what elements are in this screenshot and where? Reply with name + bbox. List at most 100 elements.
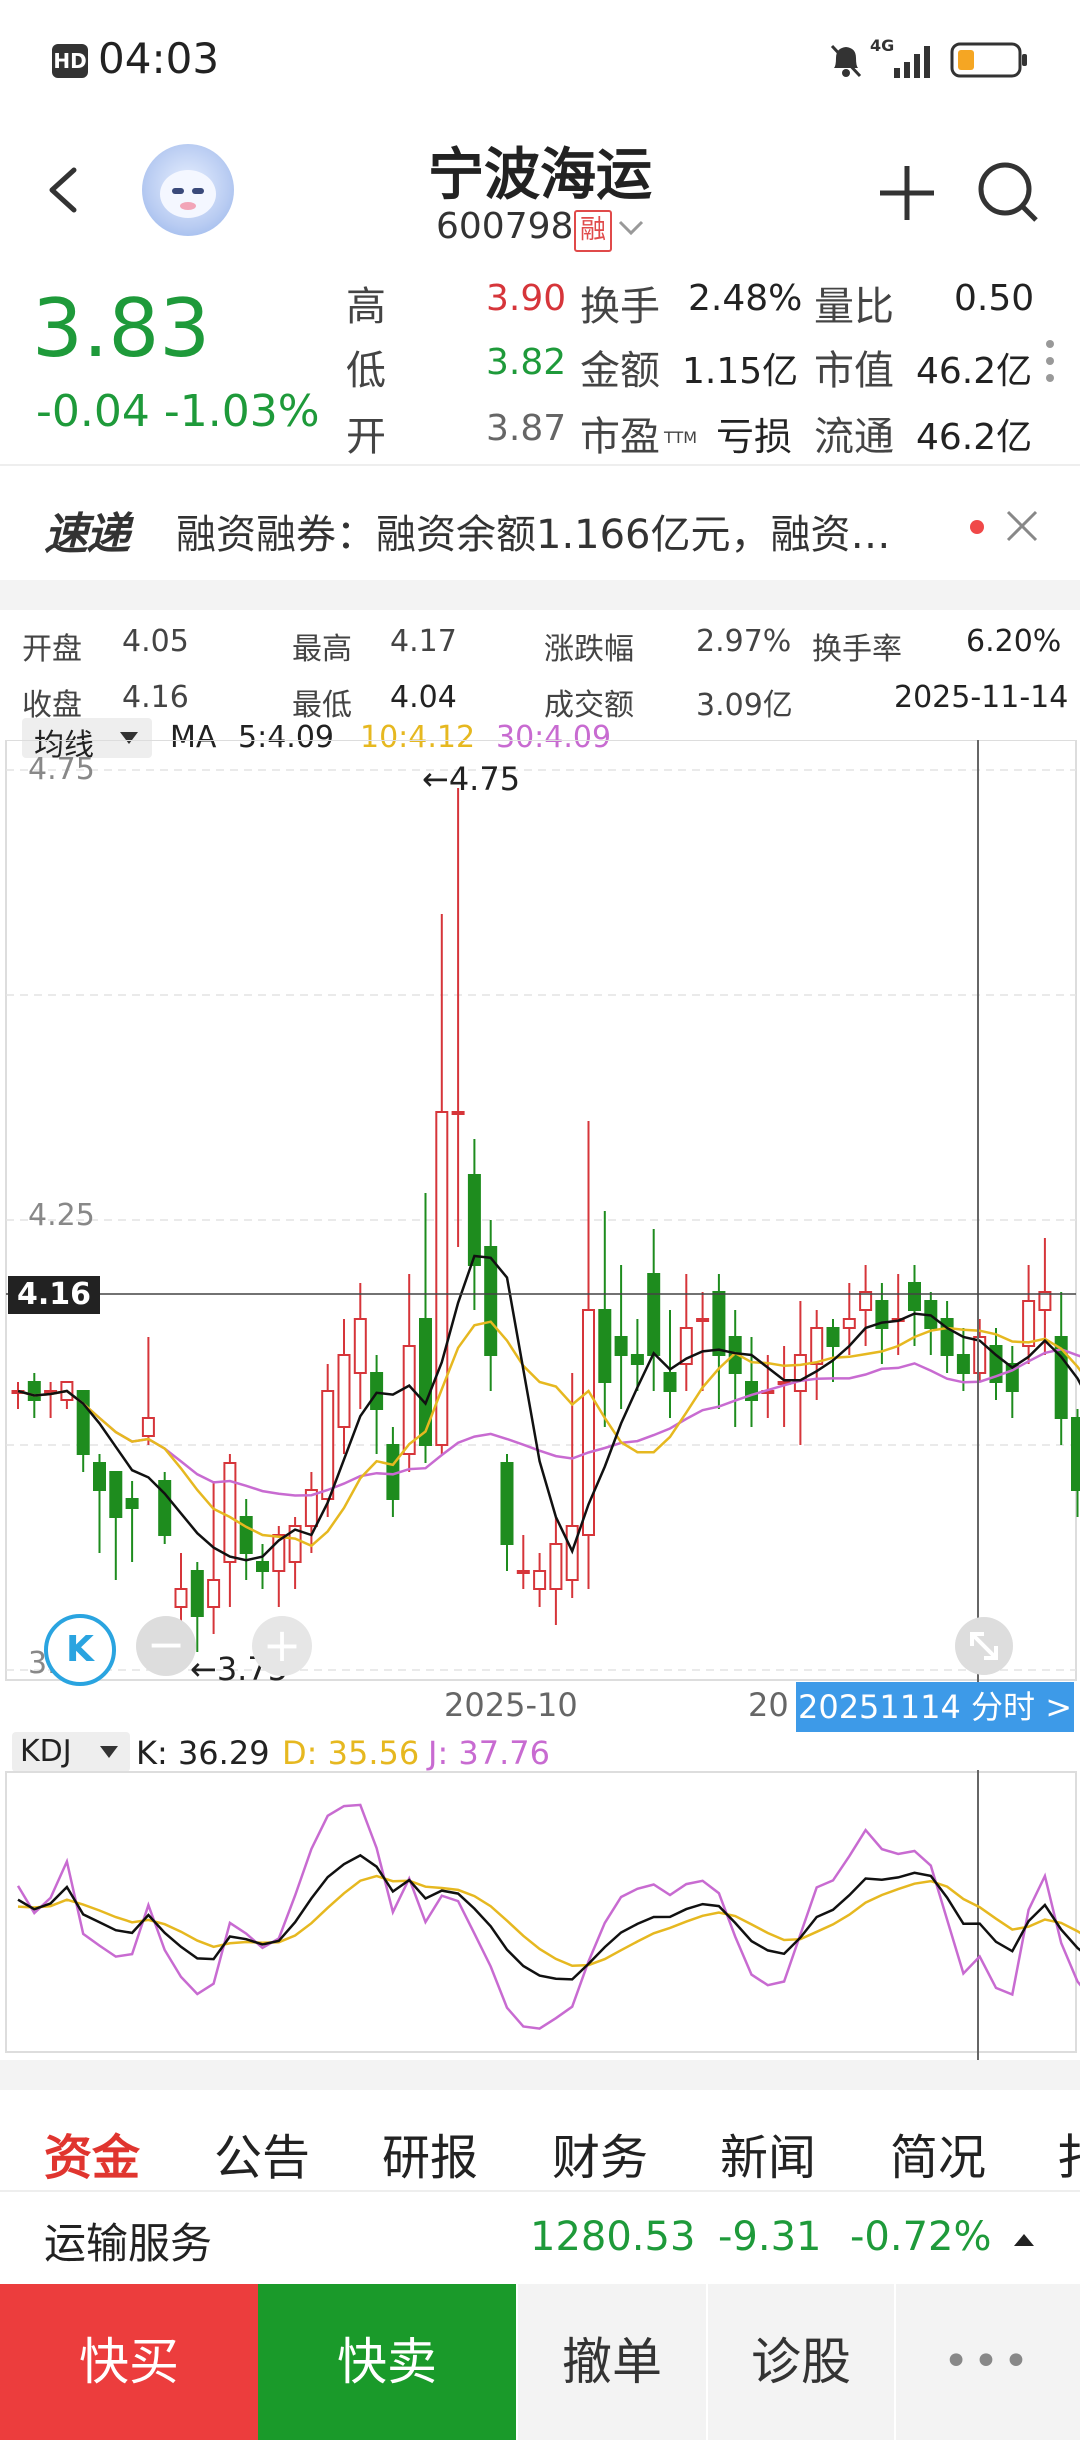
candle-body [435,1111,449,1446]
add-watchlist-icon[interactable] [872,158,942,228]
last-price: 3.83 [32,282,211,375]
info-turnover-label: 换手率 [812,632,902,667]
market-cap-label: 市值 [814,348,894,394]
tab-announcements[interactable]: 公告 [214,2118,310,2188]
candle-body [207,1579,221,1608]
more-vertical-icon[interactable] [1044,336,1056,386]
candle-body [419,1318,432,1446]
quick-buy-button[interactable]: 快买 [0,2284,258,2440]
margin-badge: 融 [574,210,612,252]
kdj-k-line [17,1853,1080,1981]
candle-body [141,1417,155,1437]
chart-frame [5,740,1077,1681]
pe-label: 市盈 [580,414,660,460]
unread-dot [970,520,984,534]
info-low-label: 最低 [292,688,352,723]
candle-body [321,1390,335,1500]
market-cap-value: 46.2亿 [916,351,1033,392]
pe-value: 亏损 [716,415,793,459]
low-value: 3.82 [486,342,567,383]
candle-body [1022,1300,1036,1347]
info-tabs: 资金 公告 研报 财务 新闻 简况 扌 [0,2090,1080,2190]
change-value: -0.04 [36,386,150,437]
kdj-frame [5,1771,1077,2053]
low-label: 低 [346,348,386,394]
kdj-k-value: K: 36.29 [136,1734,270,1772]
tab-funds[interactable]: 资金 [44,2118,140,2188]
sector-name: 运输服务 [44,2219,213,2268]
ma10-line [17,1320,1080,1548]
sector-row[interactable]: 运输服务 1280.53 -9.31 -0.72% [0,2192,1080,2284]
high-label: 高 [346,284,386,330]
candle-body [842,1318,856,1329]
zoom-in-icon[interactable]: + [252,1616,312,1676]
candle-body [223,1462,237,1563]
info-close-value: 4.16 [122,680,189,715]
kdj-d-value: D: 35.56 [282,1734,420,1772]
candle-body [516,1570,530,1574]
candle-body [598,1309,612,1383]
k-line-switch-icon[interactable]: K [44,1614,116,1686]
turnover-value: 2.48% [688,278,803,319]
info-low-value: 4.04 [390,680,457,715]
chevron-down-icon[interactable] [616,216,646,240]
info-amount-value: 3.09亿 [696,688,793,723]
float-cap-label: 流通 [814,414,894,460]
candle-body [109,1471,123,1518]
candle-body [93,1462,106,1491]
signal-icon [894,46,930,78]
tab-research[interactable]: 研报 [382,2118,478,2188]
quick-sell-button[interactable]: 快卖 [258,2284,516,2440]
divider [0,464,1080,466]
search-icon[interactable] [972,156,1044,228]
candle-body [810,1327,824,1365]
amount-label: 金额 [580,348,660,394]
candle-body [125,1498,139,1509]
kdj-chart[interactable] [0,1770,1080,2060]
tab-more-partial[interactable]: 扌 [1056,2118,1080,2188]
info-turnover-value: 6.20% [966,624,1062,659]
section-gap [0,2060,1080,2090]
cancel-order-button[interactable]: 撤单 [518,2284,706,2440]
more-actions-button[interactable]: ••• [896,2284,1080,2440]
close-icon[interactable] [1002,506,1042,546]
kdj-j-line [16,1803,1080,2030]
candle-body [696,1318,710,1322]
kdj-selector-label: KDJ [20,1734,72,1769]
intraday-link[interactable]: 20251114 分时 > [796,1682,1074,1732]
y-tick-top: 4.75 [28,752,95,787]
sector-index: 1280.53 [530,2214,696,2260]
candle-body [1071,1417,1080,1491]
mute-bell-icon [830,44,862,78]
candle-body [826,1327,840,1347]
clock: 04:03 [98,34,220,83]
price-change: -0.04 -1.03% [36,386,320,437]
ma30-line [17,1348,1080,1497]
status-bar: HD 04:03 4G [0,0,1080,120]
caret-up-icon [1014,2234,1034,2246]
tab-financials[interactable]: 财务 [552,2118,648,2188]
pe-ttm-sub: TTM [664,428,698,447]
fullscreen-icon[interactable] [954,1616,1014,1676]
volume-ratio-label: 量比 [814,284,894,330]
news-ticker[interactable]: 速递 融资融券：融资余额1.166亿元，融资… [0,472,1080,580]
info-high-label: 最高 [292,632,352,667]
sector-change: -9.31 [718,2214,822,2260]
candlestick-chart[interactable] [0,740,1080,1690]
volume-ratio-value: 0.50 [954,278,1035,319]
candle-body [451,1111,465,1115]
candle-body [174,1588,188,1608]
tab-profile[interactable]: 简况 [890,2118,986,2188]
info-amount-label: 成交额 [544,688,634,723]
candle-body [614,1336,628,1356]
candle-body [27,1381,41,1401]
tab-news[interactable]: 新闻 [720,2118,816,2188]
candle-body [353,1318,367,1374]
x-tick-oct: 2025-10 [444,1686,578,1724]
amount-value: 1.15亿 [682,351,799,392]
candle-body [370,1372,384,1410]
diagnose-button[interactable]: 诊股 [708,2284,894,2440]
turnover-label: 换手 [580,284,660,330]
zoom-out-icon[interactable]: − [136,1616,196,1676]
kdj-selector[interactable]: KDJ [12,1732,130,1772]
